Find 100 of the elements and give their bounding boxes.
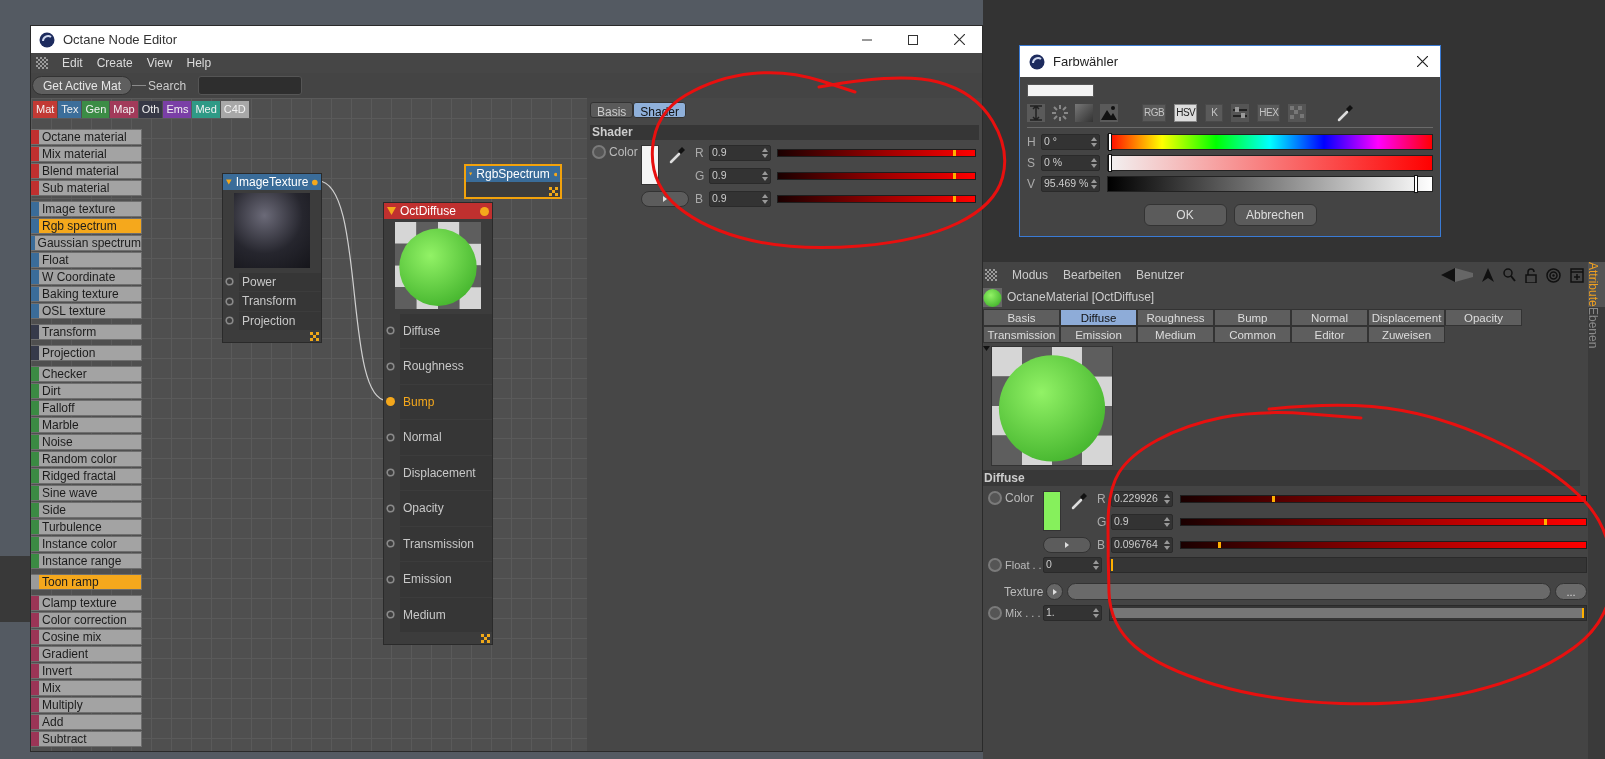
swatch-grid-icon[interactable] — [1288, 103, 1307, 122]
node-list-item[interactable]: Clamp texture — [31, 595, 142, 611]
node-list-item[interactable]: Marble — [31, 417, 142, 433]
node-list-item[interactable]: Checker — [31, 366, 142, 382]
node-list-item[interactable]: Instance range — [31, 553, 142, 569]
number-field[interactable]: 0.229926 — [1111, 491, 1173, 507]
menu-item[interactable]: Modus — [1012, 266, 1049, 284]
image-icon[interactable] — [1100, 103, 1118, 122]
input-port-icon[interactable] — [225, 296, 234, 306]
slider-handle[interactable] — [1108, 133, 1112, 151]
expand-button[interactable] — [641, 191, 689, 207]
number-field[interactable]: 0 ° — [1041, 134, 1100, 150]
node-list-item[interactable]: Sub material — [31, 180, 142, 196]
node-header[interactable]: ImageTexture — [223, 174, 321, 190]
node-list-item[interactable]: Toon ramp — [31, 574, 142, 590]
slider-thumb[interactable] — [1272, 496, 1276, 502]
node-list-item[interactable]: Gradient — [31, 646, 142, 662]
spinner-icon[interactable] — [1091, 158, 1097, 168]
number-field[interactable]: 0 — [1043, 557, 1102, 573]
node-list-item[interactable]: Blend material — [31, 163, 142, 179]
node-list-item[interactable]: Image texture — [31, 201, 142, 217]
category-tab[interactable]: Tex — [58, 101, 82, 118]
node-list-item[interactable]: Baking texture — [31, 286, 142, 302]
input-port-icon[interactable] — [225, 316, 234, 326]
spinner-icon[interactable] — [1164, 517, 1170, 527]
node-list-item[interactable]: Projection — [31, 345, 142, 361]
material-tab[interactable]: Basis — [983, 309, 1060, 326]
resize-icon[interactable] — [310, 331, 319, 341]
category-tab[interactable]: Gen — [82, 101, 110, 118]
slider-thumb[interactable] — [953, 196, 957, 202]
node-list-item[interactable]: Noise — [31, 434, 142, 450]
node-list-item[interactable]: Random color — [31, 451, 142, 467]
color-mode-button[interactable]: K — [1205, 103, 1224, 122]
slider-track[interactable] — [1109, 557, 1587, 573]
resize-icon[interactable] — [549, 187, 558, 196]
node-list-item[interactable]: W Coordinate — [31, 269, 142, 285]
menu-item[interactable]: View — [146, 54, 173, 72]
node-list-item[interactable]: Dirt — [31, 383, 142, 399]
node-list-item[interactable]: Octane material — [31, 129, 142, 145]
link-button[interactable] — [1046, 583, 1063, 600]
node-card[interactable]: ImageTexture Power Transform Projection — [222, 173, 322, 343]
material-tab[interactable]: Normal — [1291, 309, 1368, 326]
new-panel-icon[interactable] — [1570, 267, 1584, 283]
resize-icon[interactable] — [481, 633, 490, 643]
color-swatch[interactable] — [1043, 491, 1061, 531]
node-header[interactable]: RgbSpectrum — [466, 166, 560, 182]
slider-handle[interactable] — [1108, 154, 1112, 172]
category-tab[interactable]: Ems — [163, 101, 192, 118]
number-field[interactable]: 0.9 — [709, 145, 771, 161]
input-port-icon[interactable] — [386, 539, 395, 549]
node-list-item[interactable]: OSL texture — [31, 303, 142, 319]
node-list-item[interactable]: Sine wave — [31, 485, 142, 501]
node-list-item[interactable]: Transform — [31, 324, 142, 340]
material-tab[interactable]: Roughness — [1137, 309, 1214, 326]
input-port-icon[interactable] — [386, 432, 395, 442]
slider-track[interactable] — [777, 172, 976, 180]
drag-handle-icon[interactable] — [985, 269, 997, 281]
collapse-triangle-icon[interactable] — [983, 346, 990, 351]
material-tab[interactable]: Bump — [1214, 309, 1291, 326]
keyframe-button[interactable] — [988, 491, 1002, 505]
eyedropper-icon[interactable] — [1070, 491, 1088, 511]
output-port-icon[interactable] — [312, 177, 318, 187]
keyframe-button[interactable] — [988, 606, 1002, 620]
menu-item[interactable]: Benutzer — [1136, 266, 1185, 284]
menu-item[interactable]: Help — [186, 54, 212, 72]
spinner-icon[interactable] — [762, 148, 768, 158]
node-list-item[interactable]: Mix — [31, 680, 142, 696]
lock-icon[interactable] — [1525, 267, 1537, 283]
play-triangle-icon[interactable] — [1065, 542, 1069, 548]
category-tab[interactable]: Map — [110, 101, 138, 118]
spinner-icon[interactable] — [1093, 560, 1099, 570]
browse-button[interactable]: ... — [1555, 583, 1587, 600]
color-mode-button[interactable]: RGB — [1142, 103, 1167, 122]
number-field[interactable]: 1. — [1043, 605, 1102, 621]
spinner-icon[interactable] — [1093, 608, 1099, 618]
input-port-icon[interactable] — [386, 468, 395, 478]
play-triangle-icon[interactable] — [663, 196, 667, 202]
maximize-icon[interactable] — [908, 34, 918, 45]
node-list-item[interactable]: Falloff — [31, 400, 142, 416]
slider-thumb[interactable] — [953, 150, 957, 156]
material-tab[interactable]: Common — [1214, 326, 1291, 343]
side-tab[interactable]: Attribute — [1588, 262, 1605, 307]
menu-item[interactable]: Create — [96, 54, 133, 72]
number-field[interactable]: 0.9 — [709, 191, 771, 207]
node-list-item[interactable]: Mix material — [31, 146, 142, 162]
node-list-item[interactable]: Color correction — [31, 612, 142, 628]
input-port-icon[interactable] — [386, 503, 395, 513]
node-list-item[interactable]: Cosine mix — [31, 629, 142, 645]
node-list-item[interactable]: Multiply — [31, 697, 142, 713]
texture-field[interactable] — [1067, 583, 1551, 600]
slider-track[interactable] — [1180, 518, 1587, 526]
node-list-item[interactable]: Rgb spectrum — [31, 218, 142, 234]
color-mode-button[interactable]: HSV — [1174, 103, 1198, 122]
category-tab[interactable]: Oth — [138, 101, 163, 118]
get-active-mat-button[interactable]: Get Active Mat — [32, 76, 133, 95]
number-field[interactable]: 0.9 — [709, 168, 771, 184]
eyedropper-icon[interactable] — [1336, 102, 1355, 123]
ok-button[interactable]: OK — [1143, 204, 1227, 226]
material-tab[interactable]: Medium — [1137, 326, 1214, 343]
node-list-item[interactable]: Side — [31, 502, 142, 518]
